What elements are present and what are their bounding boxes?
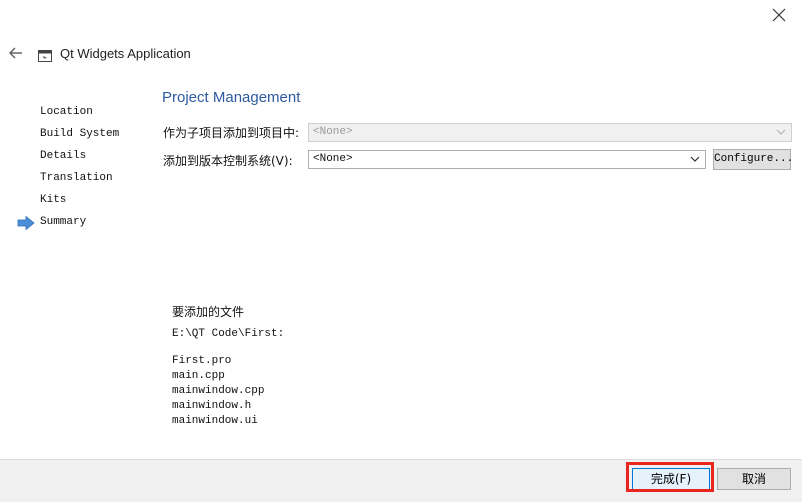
files-summary: 要添加的文件 E:\QT Code\First: First.pro main.…	[172, 303, 284, 429]
vcs-label: 添加到版本控制系统(V):	[163, 154, 293, 168]
back-arrow-icon[interactable]	[8, 45, 24, 59]
step-details: Details	[40, 150, 87, 162]
file-item: mainwindow.cpp	[172, 385, 265, 397]
chevron-down-icon	[689, 153, 701, 165]
files-directory: E:\QT Code\First:	[172, 328, 285, 340]
page-title: Project Management	[162, 89, 301, 106]
files-heading: 要添加的文件	[172, 305, 245, 319]
configure-button[interactable]: Configure...	[713, 149, 793, 170]
subproject-value: <None>	[313, 126, 353, 138]
file-item: mainwindow.h	[172, 400, 252, 412]
file-item: First.pro	[172, 355, 232, 367]
current-step-arrow-icon	[17, 215, 35, 231]
step-build-system: Build System	[40, 128, 120, 140]
file-item: mainwindow.ui	[172, 415, 258, 427]
step-summary: Summary	[40, 216, 87, 228]
subproject-label: 作为子项目添加到项目中:	[163, 126, 300, 140]
chevron-down-icon	[775, 126, 787, 138]
title-bar	[0, 0, 802, 36]
close-icon[interactable]	[770, 6, 788, 24]
cancel-button[interactable]: 取消	[717, 468, 791, 490]
app-window-icon	[38, 47, 52, 62]
vcs-value: <None>	[313, 153, 353, 165]
vcs-combo[interactable]: <None>	[308, 150, 706, 169]
step-location: Location	[40, 106, 93, 118]
step-kits: Kits	[40, 194, 67, 206]
wizard-title: Qt Widgets Application	[60, 46, 191, 61]
subproject-combo: <None>	[308, 123, 792, 142]
finish-button-highlight	[626, 462, 714, 492]
wizard-steps: Location Build System Details Translatio…	[40, 105, 119, 237]
file-item: main.cpp	[172, 370, 225, 382]
step-translation: Translation	[40, 172, 113, 184]
